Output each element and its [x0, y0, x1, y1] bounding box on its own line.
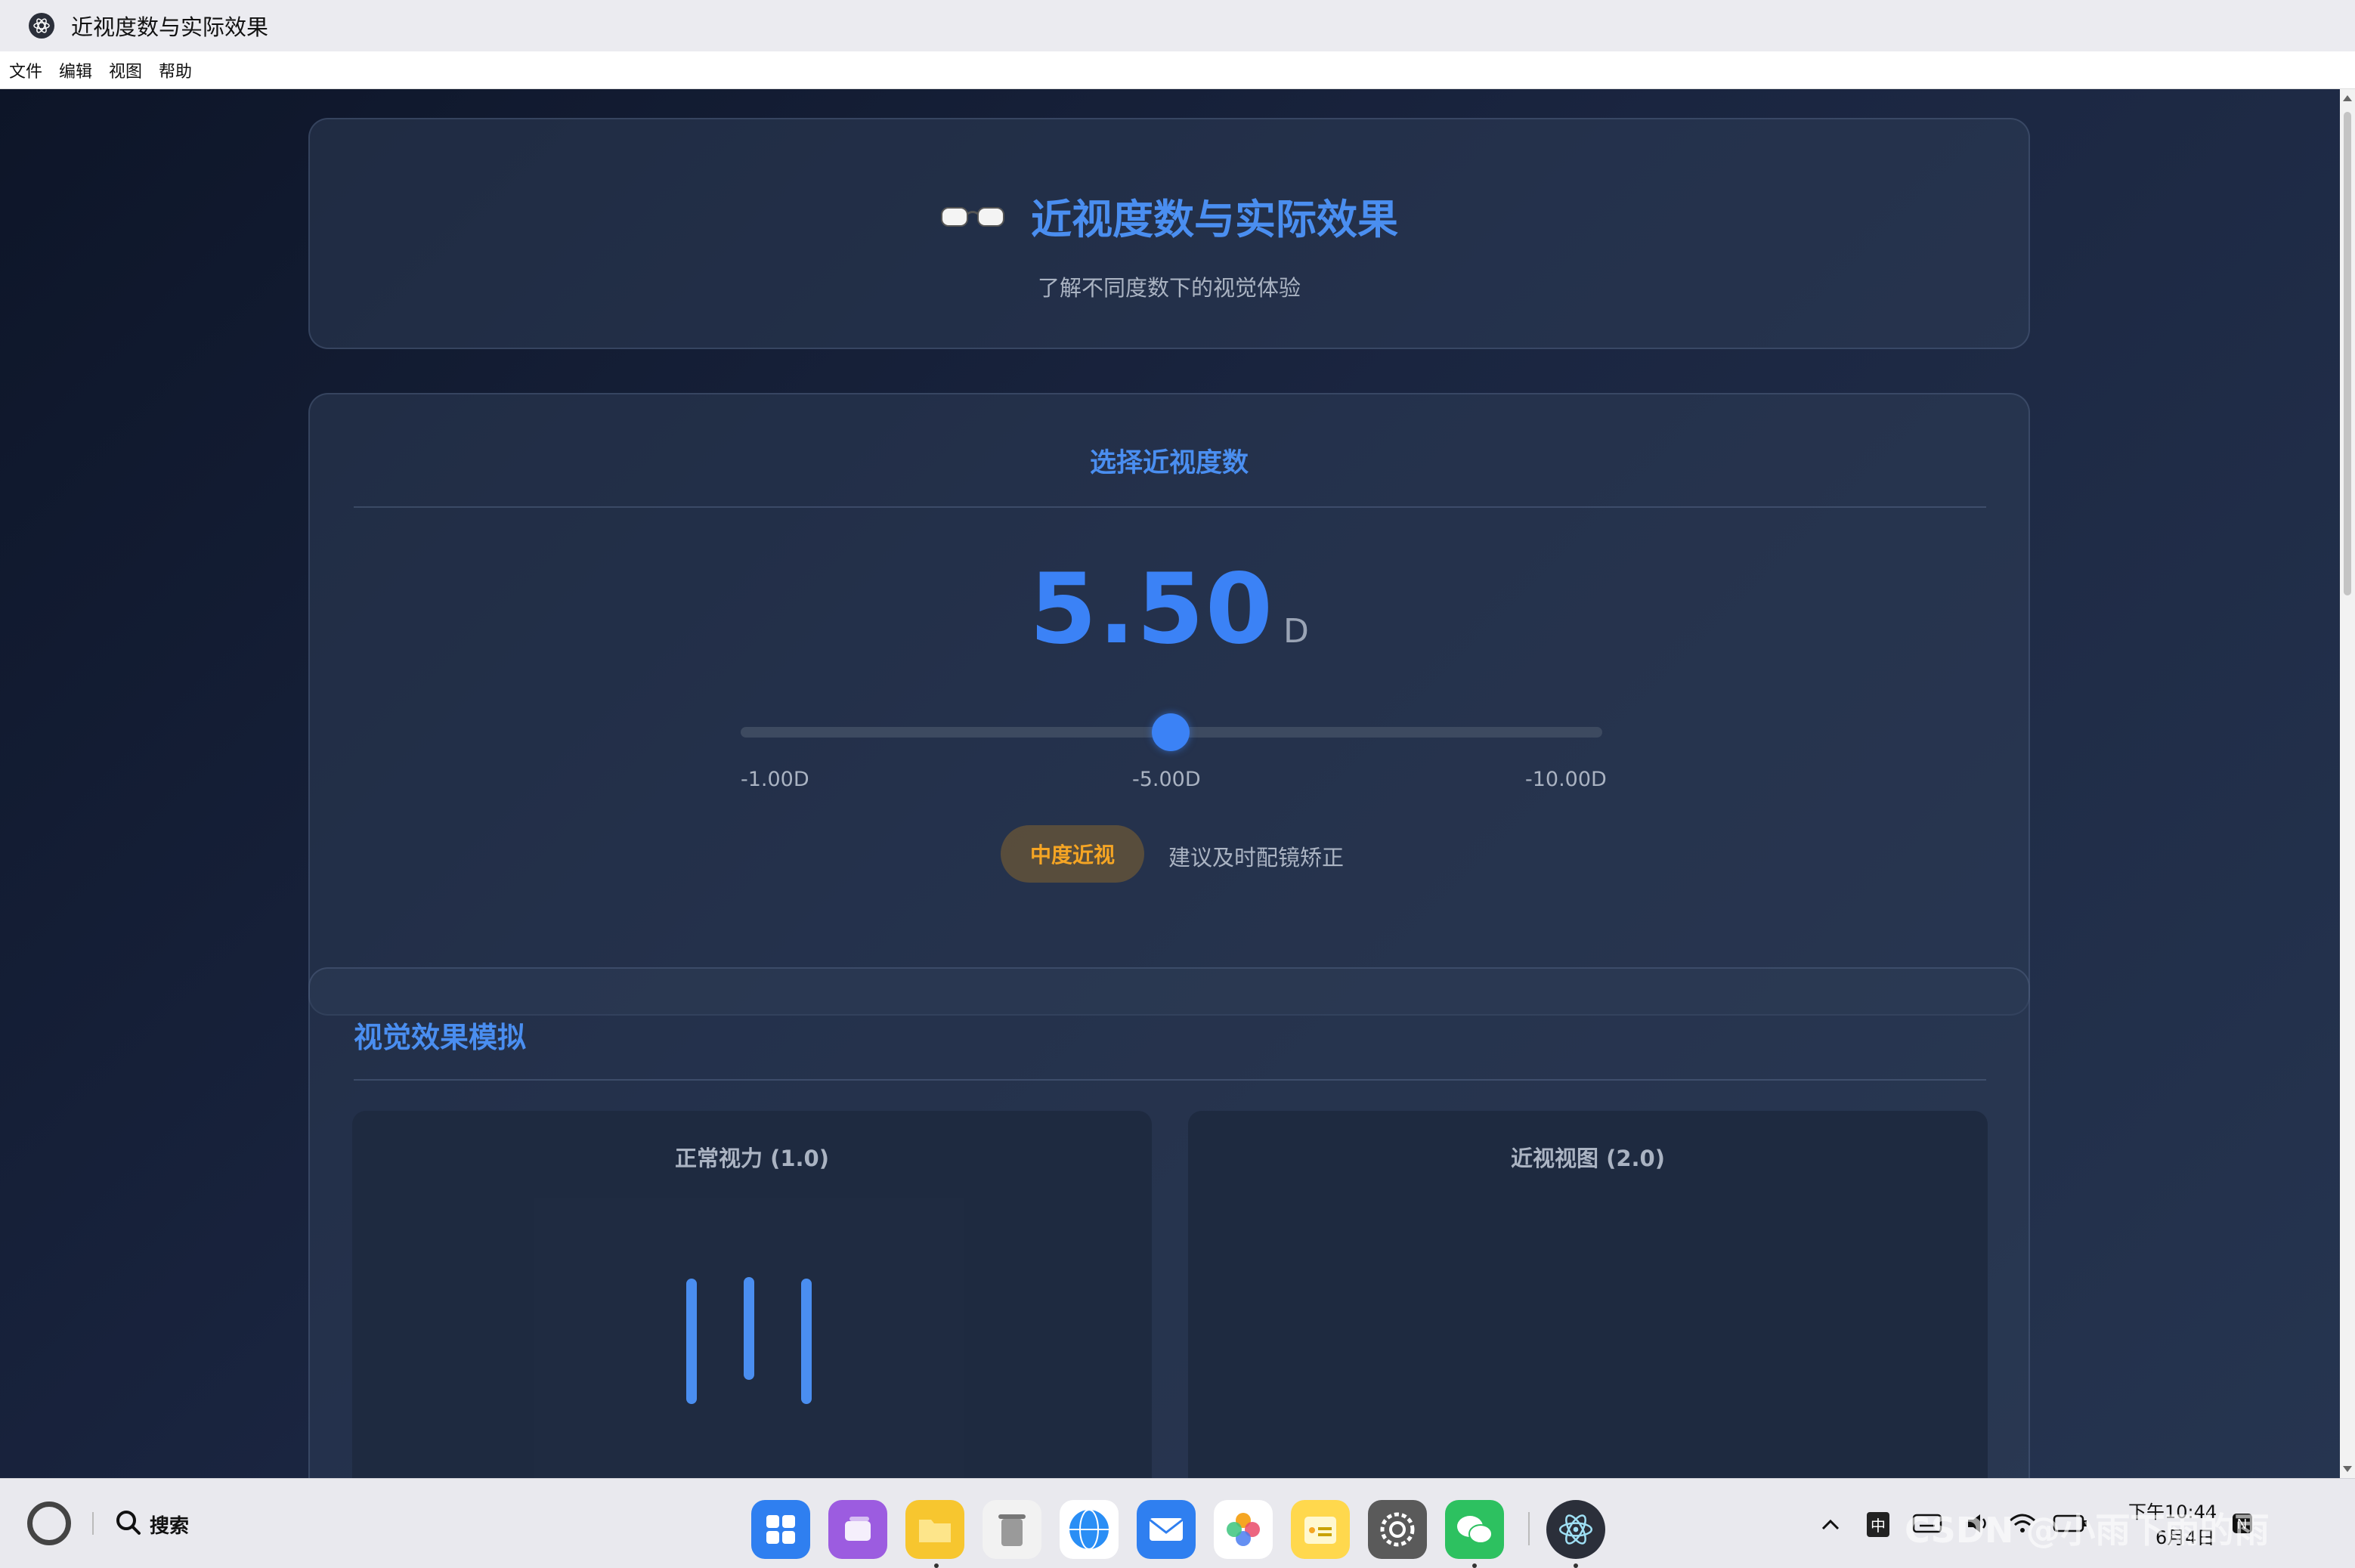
vision-line: [686, 1279, 697, 1404]
window-title: 近视度数与实际效果: [71, 14, 269, 40]
normal-vision-panel: 正常视力 (1.0): [352, 1111, 1152, 1478]
main-content: 近视度数与实际效果 了解不同度数下的视觉体验 选择近视度数 5.50 D -1.…: [0, 89, 2340, 1478]
diopter-value: 5.50: [1029, 553, 1274, 666]
taskbar-separator: [92, 1512, 94, 1535]
normal-vision-title: 正常视力 (1.0): [675, 1146, 829, 1171]
notes-icon[interactable]: [1291, 1500, 1350, 1559]
search-label[interactable]: 搜索: [150, 1511, 189, 1539]
menu-file[interactable]: 文件: [9, 58, 42, 82]
normal-vision-chart: [534, 1198, 964, 1478]
running-indicator: [934, 1563, 939, 1568]
browser-icon[interactable]: [1060, 1500, 1119, 1559]
dock-separator: [1528, 1512, 1530, 1545]
diopter-slider-thumb[interactable]: [1152, 713, 1190, 751]
slider-max-label: -10.00D: [1525, 768, 1607, 791]
myopia-advice: 建议及时配镜矫正: [1168, 845, 1345, 871]
slider-mid-label: -5.00D: [1132, 768, 1201, 791]
selector-divider: [354, 506, 1986, 508]
electron-app-icon[interactable]: [1546, 1500, 1605, 1559]
vertical-scrollbar[interactable]: [2340, 89, 2355, 1478]
running-indicator: [1574, 1563, 1578, 1568]
header-title-row: 近视度数与实际效果: [310, 186, 2029, 246]
simulation-divider: [354, 1079, 1986, 1081]
wechat-icon[interactable]: [1445, 1500, 1504, 1559]
files-icon[interactable]: [905, 1500, 964, 1559]
diopter-unit: D: [1283, 612, 1309, 651]
myopia-level-badge: 中度近视: [1001, 825, 1144, 883]
myopia-vision-panel: 近视视图 (2.0): [1188, 1111, 1988, 1478]
scroll-up-arrow-icon[interactable]: [2343, 95, 2352, 101]
multitask-icon[interactable]: [828, 1500, 887, 1559]
selector-title: 选择近视度数: [1089, 448, 1249, 478]
simulation-title: 视觉效果模拟: [354, 1021, 527, 1054]
vision-line: [801, 1279, 812, 1404]
menu-edit[interactable]: 编辑: [59, 58, 92, 82]
search-icon[interactable]: [113, 1508, 144, 1538]
vision-line: [744, 1277, 754, 1380]
glasses-icon: [941, 206, 1004, 227]
app-icon: [29, 13, 54, 39]
page-subtitle: 了解不同度数下的视觉体验: [1037, 275, 1301, 301]
diopter-selector-card: 选择近视度数 5.50 D -1.00D -5.00D -10.00D 中度近视…: [308, 393, 2030, 1016]
title-bar: 近视度数与实际效果: [0, 0, 2355, 51]
page-title: 近视度数与实际效果: [1031, 196, 1398, 243]
scroll-down-arrow-icon[interactable]: [2343, 1466, 2352, 1472]
slider-min-label: -1.00D: [741, 768, 809, 791]
menu-bar: 文件 编辑 视图 帮助: [0, 51, 2355, 89]
running-indicator: [1472, 1563, 1477, 1568]
trash-icon[interactable]: [983, 1500, 1041, 1559]
start-button[interactable]: [27, 1502, 71, 1545]
diopter-value-display: 5.50 D: [310, 553, 2029, 666]
chevron-up-icon[interactable]: [1818, 1512, 1843, 1536]
menu-help[interactable]: 帮助: [159, 58, 192, 82]
ime-indicator[interactable]: 中: [1867, 1512, 1889, 1537]
watermark-text: CSDN @小雨下雨的雨: [1905, 1510, 2270, 1551]
menu-view[interactable]: 视图: [109, 58, 142, 82]
mail-icon[interactable]: [1137, 1500, 1196, 1559]
header-card: 近视度数与实际效果 了解不同度数下的视觉体验: [308, 118, 2030, 349]
launcher-icon[interactable]: [751, 1500, 810, 1559]
myopia-vision-title: 近视视图 (2.0): [1511, 1146, 1665, 1171]
photos-icon[interactable]: [1214, 1500, 1273, 1559]
vision-simulation-card: 视觉效果模拟 正常视力 (1.0) 近视视图 (2.0): [308, 967, 2030, 1478]
settings-icon[interactable]: [1368, 1500, 1427, 1559]
scrollbar-thumb[interactable]: [2344, 112, 2351, 595]
taskbar: 搜索 中 下午10:44 6月4日 N CSDN @小雨下雨的雨: [0, 1478, 2355, 1568]
